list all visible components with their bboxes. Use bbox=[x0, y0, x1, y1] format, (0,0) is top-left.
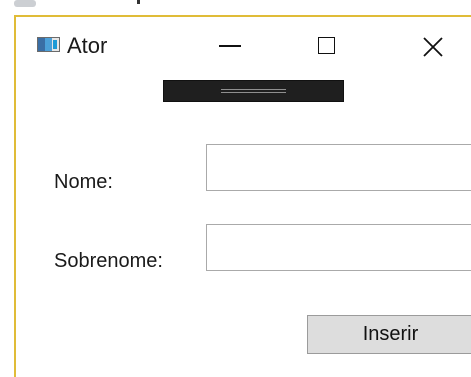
minimize-icon bbox=[219, 45, 241, 47]
nome-label: Nome: bbox=[54, 171, 113, 193]
screen: Ator Nome: Sobrenome: Inserir bbox=[0, 0, 471, 377]
window-app-icon bbox=[37, 37, 60, 52]
minimize-button[interactable] bbox=[205, 27, 255, 63]
sobrenome-label: Sobrenome: bbox=[54, 250, 163, 272]
close-button[interactable] bbox=[408, 27, 458, 63]
background-fragment bbox=[14, 0, 36, 7]
ator-window: Ator Nome: Sobrenome: Inserir bbox=[14, 15, 471, 377]
background-tick-mark bbox=[137, 0, 140, 4]
inserir-button[interactable]: Inserir bbox=[307, 315, 471, 354]
nome-input[interactable] bbox=[206, 144, 471, 191]
close-icon bbox=[423, 37, 443, 57]
background-strip bbox=[0, 0, 471, 16]
maximize-button[interactable] bbox=[303, 27, 353, 63]
maximize-icon bbox=[318, 37, 335, 54]
window-title: Ator bbox=[67, 33, 108, 58]
sobrenome-input[interactable] bbox=[206, 224, 471, 271]
title-bar[interactable]: Ator bbox=[16, 17, 471, 67]
debug-toolbar[interactable] bbox=[163, 80, 344, 102]
drag-handle-icon[interactable] bbox=[221, 89, 286, 93]
